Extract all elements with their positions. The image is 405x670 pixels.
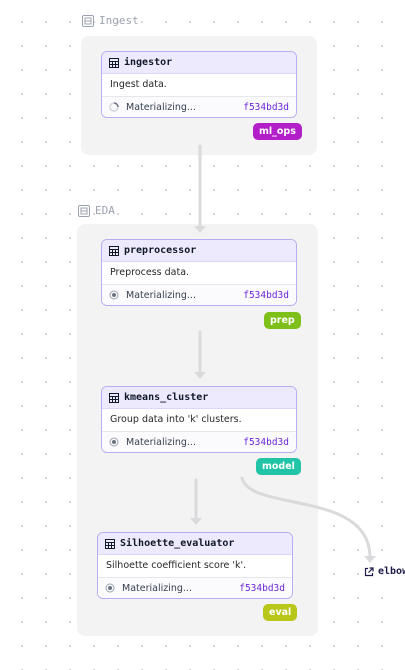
table-icon — [109, 57, 119, 68]
asset-node-silhoette-evaluator[interactable]: Silhoette_evaluator Silhoette coefficien… — [97, 532, 293, 599]
table-icon — [105, 538, 115, 549]
group-label-ingest[interactable]: Ingest — [82, 14, 139, 27]
table-icon — [109, 245, 119, 256]
external-asset-link-elbow[interactable]: elbow — [364, 566, 405, 577]
group-icon — [82, 14, 94, 27]
spinner-icon — [109, 102, 119, 112]
asset-node-kmeans-cluster[interactable]: kmeans_cluster Group data into 'k' clust… — [101, 386, 297, 453]
code-version-hash[interactable]: f534bd3d — [239, 583, 285, 594]
asset-tag-eval[interactable]: eval — [263, 604, 298, 621]
asset-name: kmeans_cluster — [124, 392, 209, 403]
asset-tag-prep[interactable]: prep — [264, 312, 301, 329]
edge-arrowhead — [364, 556, 376, 563]
asset-name: ingestor — [124, 57, 173, 68]
asset-node-preprocessor[interactable]: preprocessor Preprocess data. Materializ… — [101, 239, 297, 306]
asset-status-row: Materializing... f534bd3d — [98, 578, 292, 598]
asset-status-row: Materializing... f534bd3d — [102, 432, 296, 452]
asset-description: Preprocess data. — [102, 262, 296, 285]
external-link-icon — [364, 566, 374, 576]
asset-node-ingestor[interactable]: ingestor Ingest data. Materializing... f… — [101, 51, 297, 118]
asset-name: preprocessor — [124, 245, 197, 256]
external-link-label: elbow — [378, 566, 405, 577]
group-label-text: Ingest — [99, 14, 139, 27]
asset-description: Silhoette coefficient score 'k'. — [98, 555, 292, 578]
materialization-status: Materializing... — [126, 289, 196, 301]
group-label-eda[interactable]: EDA — [78, 204, 115, 217]
asset-status-row: Materializing... f534bd3d — [102, 285, 296, 305]
materialization-status: Materializing... — [126, 436, 196, 448]
materialization-status: Materializing... — [126, 101, 196, 113]
asset-header: ingestor — [102, 52, 296, 74]
asset-header: kmeans_cluster — [102, 387, 296, 409]
asset-header: Silhoette_evaluator — [98, 533, 292, 555]
table-icon — [109, 392, 119, 403]
asset-tag-ml-ops[interactable]: ml_ops — [253, 123, 302, 140]
asset-tag-model[interactable]: model — [256, 458, 301, 475]
radio-dot-icon — [109, 290, 119, 300]
group-icon — [78, 204, 90, 217]
asset-header: preprocessor — [102, 240, 296, 262]
radio-dot-icon — [105, 583, 115, 593]
code-version-hash[interactable]: f534bd3d — [243, 102, 289, 113]
materialization-status: Materializing... — [122, 582, 192, 594]
group-label-text: EDA — [95, 204, 115, 217]
code-version-hash[interactable]: f534bd3d — [243, 290, 289, 301]
radio-dot-icon — [109, 437, 119, 447]
asset-name: Silhoette_evaluator — [120, 538, 235, 549]
asset-description: Ingest data. — [102, 74, 296, 97]
asset-status-row: Materializing... f534bd3d — [102, 97, 296, 117]
asset-description: Group data into 'k' clusters. — [102, 409, 296, 432]
code-version-hash[interactable]: f534bd3d — [243, 437, 289, 448]
